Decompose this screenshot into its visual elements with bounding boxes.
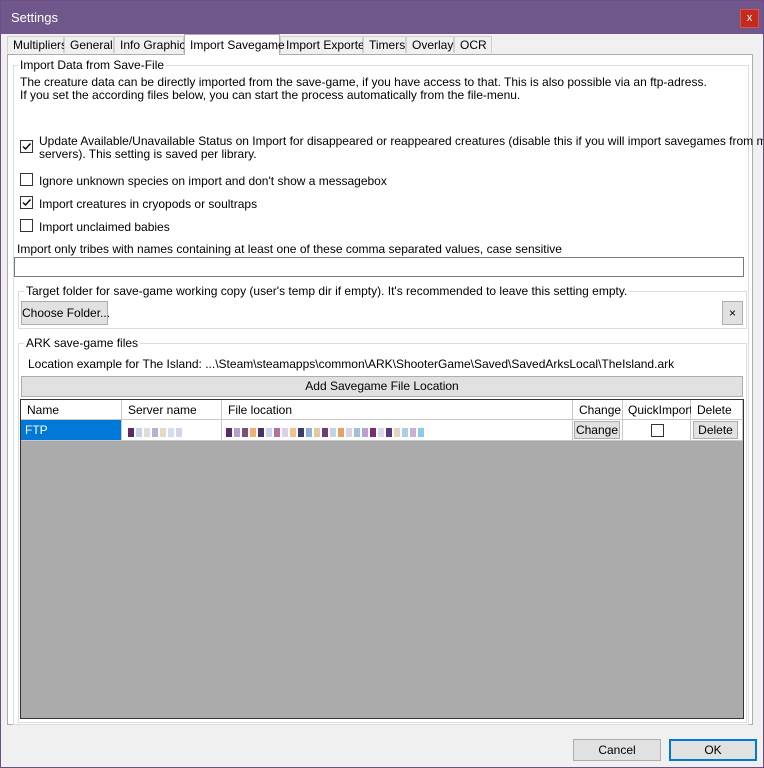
savegame-files-group-title: ARK save-game files	[24, 336, 141, 350]
tab-timers[interactable]: Timers	[363, 36, 406, 53]
update-status-label-line1: Update Available/Unavailable Status on I…	[39, 134, 764, 148]
import-cryopods-label: Import creatures in cryopods or soultrap…	[39, 197, 258, 211]
column-header-delete[interactable]: Delete	[691, 400, 743, 420]
tribe-filter-input[interactable]	[14, 257, 744, 277]
tab-ocr[interactable]: OCR	[454, 36, 492, 53]
import-data-group-title: Import Data from Save-File	[18, 58, 167, 72]
choose-folder-button[interactable]: Choose Folder...	[21, 301, 110, 325]
dialog-footer: Cancel OK	[1, 731, 763, 767]
redacted-text	[128, 426, 184, 437]
column-header-quick-import[interactable]: QuickImport	[623, 400, 693, 420]
tribe-filter-label: Import only tribes with names containing…	[17, 242, 562, 256]
tab-general[interactable]: General	[64, 36, 114, 53]
tab-overlay[interactable]: Overlay	[406, 36, 454, 53]
tab-multipliers[interactable]: Multipliers	[7, 36, 67, 53]
change-location-button[interactable]: Change	[574, 421, 620, 439]
ignore-unknown-label: Ignore unknown species on import and don…	[39, 174, 387, 188]
checkmark-icon	[22, 143, 32, 151]
import-cryopods-checkbox[interactable]	[20, 196, 33, 209]
cancel-button[interactable]: Cancel	[573, 739, 661, 761]
add-savegame-location-button[interactable]: Add Savegame File Location	[21, 376, 743, 397]
tab-import-savegame[interactable]: Import Savegame	[184, 34, 285, 55]
location-example-text: Location example for The Island: ...\Ste…	[28, 357, 675, 371]
import-babies-label: Import unclaimed babies	[39, 220, 170, 234]
cell-server-name-redacted[interactable]	[122, 420, 222, 441]
import-description-line1: The creature data can be directly import…	[20, 75, 707, 89]
ok-button[interactable]: OK	[669, 739, 757, 761]
clear-folder-button[interactable]: ×	[722, 301, 743, 325]
checkmark-icon	[22, 199, 32, 207]
update-status-label-line2: servers). This setting is saved per libr…	[39, 147, 257, 161]
cell-delete: Delete	[691, 420, 743, 441]
close-button[interactable]: x	[740, 9, 759, 28]
settings-window: Settings x Multipliers General Info Grap…	[0, 0, 764, 768]
ignore-unknown-checkbox[interactable]	[20, 173, 33, 186]
target-folder-group-title: Target folder for save-game working copy…	[24, 284, 630, 298]
cell-change: Change	[573, 420, 623, 441]
delete-location-button[interactable]: Delete	[693, 421, 738, 439]
cell-file-location-redacted[interactable]	[222, 420, 573, 441]
column-header-name[interactable]: Name	[21, 400, 122, 420]
import-babies-checkbox[interactable]	[20, 219, 33, 232]
tab-info-graphic[interactable]: Info Graphic	[114, 36, 185, 53]
column-header-file-location[interactable]: File location	[222, 400, 573, 420]
title-bar[interactable]: Settings x	[1, 1, 763, 34]
savegame-locations-grid: Name Server name File location Change Qu…	[20, 399, 744, 719]
import-description-line2: If you set the according files below, yo…	[20, 88, 521, 102]
column-header-server-name[interactable]: Server name	[122, 400, 222, 420]
redacted-text	[226, 426, 426, 437]
column-header-change[interactable]: Change	[573, 400, 623, 420]
tab-import-exported[interactable]: Import Exported	[280, 36, 371, 53]
cell-name[interactable]: FTP	[21, 420, 122, 441]
window-title: Settings	[11, 10, 58, 25]
quick-import-checkbox[interactable]	[651, 424, 664, 437]
update-status-checkbox[interactable]	[20, 140, 33, 153]
cell-quick-import	[623, 420, 691, 441]
